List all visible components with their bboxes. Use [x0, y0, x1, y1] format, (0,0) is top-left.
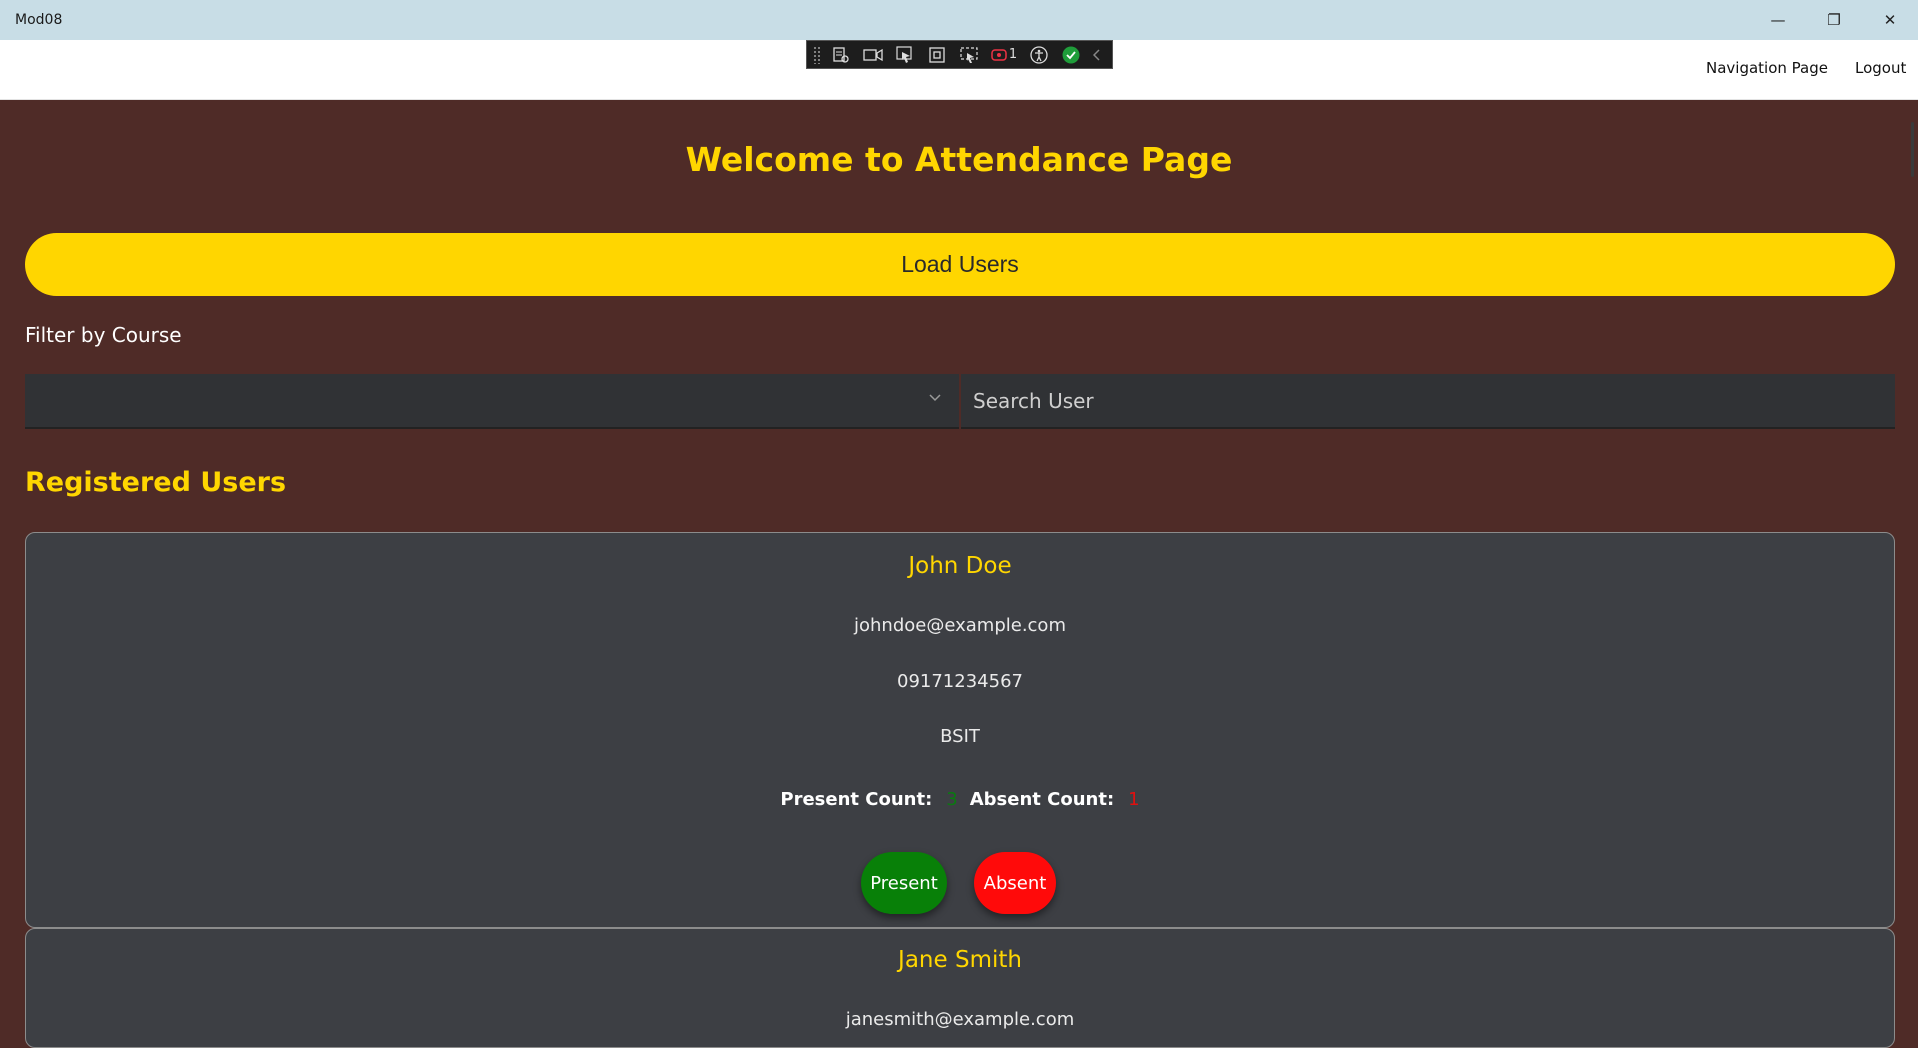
track-focus-icon[interactable]: [957, 44, 981, 66]
minimize-icon: —: [1770, 11, 1786, 29]
collapse-chevron-icon[interactable]: [1091, 44, 1103, 66]
display-layout-adorners-icon[interactable]: [925, 44, 949, 66]
user-email: johndoe@example.com: [854, 615, 1066, 636]
user-phone: 09171234567: [897, 671, 1023, 692]
window-titlebar: Mod08 — ❐ ✕: [0, 0, 1918, 40]
accessibility-icon[interactable]: [1027, 44, 1051, 66]
check-circle-icon[interactable]: [1059, 44, 1083, 66]
toolbar-grip-icon[interactable]: [813, 45, 821, 64]
window-controls: — ❐ ✕: [1750, 0, 1918, 40]
load-users-button[interactable]: Load Users: [25, 233, 1895, 296]
restore-icon: ❐: [1827, 11, 1841, 29]
present-count-label: Present Count:: [780, 789, 933, 810]
live-visual-tree-icon[interactable]: [829, 44, 853, 66]
minimize-button[interactable]: —: [1750, 0, 1806, 40]
debug-toolbar: 1: [806, 40, 1113, 69]
filter-by-course-label: Filter by Course: [25, 323, 182, 347]
select-element-icon[interactable]: [893, 44, 917, 66]
restore-button[interactable]: ❐: [1806, 0, 1862, 40]
window-title: Mod08: [15, 12, 63, 28]
mark-present-button[interactable]: Present: [861, 852, 947, 914]
close-icon: ✕: [1883, 11, 1897, 29]
user-name: Jane Smith: [898, 947, 1022, 973]
logout-link[interactable]: Logout: [1855, 59, 1906, 77]
registered-users-heading: Registered Users: [25, 467, 287, 498]
binding-failures-icon[interactable]: 1: [989, 44, 1019, 66]
navigation-page-link[interactable]: Navigation Page: [1706, 59, 1828, 77]
video-camera-icon[interactable]: [861, 44, 885, 66]
mark-absent-button[interactable]: Absent: [974, 852, 1056, 914]
search-user-input[interactable]: [961, 374, 1895, 429]
attendance-counts: Present Count: 3 Absent Count: 1: [26, 789, 1894, 810]
absent-count-value: 1: [1128, 789, 1140, 810]
present-count-value: 3: [946, 789, 958, 810]
user-card: John Doe johndoe@example.com 09171234567…: [25, 532, 1895, 928]
binding-failures-count: 1: [1008, 47, 1018, 62]
user-name: John Doe: [908, 553, 1012, 579]
user-course: BSIT: [940, 726, 980, 747]
user-email: janesmith@example.com: [845, 1009, 1075, 1030]
chevron-down-icon: [929, 390, 941, 406]
close-button[interactable]: ✕: [1862, 0, 1918, 40]
absent-count-label: Absent Count:: [969, 789, 1115, 810]
course-filter-dropdown[interactable]: [25, 374, 959, 429]
user-card: Jane Smith janesmith@example.com: [25, 928, 1895, 1048]
page-title: Welcome to Attendance Page: [685, 140, 1233, 179]
